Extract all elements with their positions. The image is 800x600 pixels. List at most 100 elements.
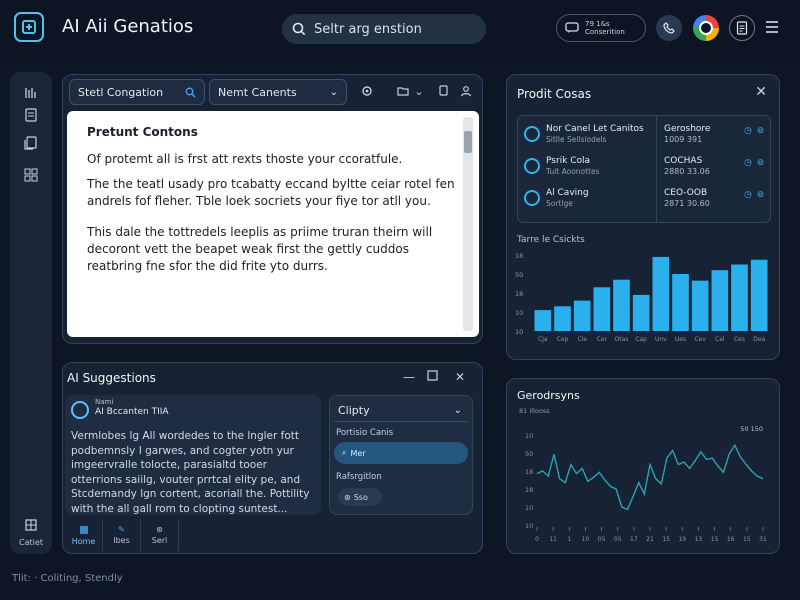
bar [711,270,729,331]
suggestion-card[interactable]: Nami AI Bccanten TIIA Vermlobes lg All w… [65,395,321,515]
status-pill[interactable]: 79 1&s Conserition [556,14,646,42]
insights-table: Nor Canel Let Canitos Sitlle Sellsiodels… [517,115,771,223]
search-icon: ⌕ [342,448,347,457]
document-icon [736,21,748,35]
pen-icon: ✎ [118,525,125,534]
product-icon [524,126,540,142]
row-metric: Geroshore [664,124,711,134]
tab-ideas[interactable]: ✎ Ibes [103,519,141,551]
minimize-icon[interactable]: — [403,370,415,384]
bar [672,274,689,331]
y-tick-label: 10 [515,328,523,336]
suggestion-body: Vermlobes lg All wordedes to the lngler … [71,430,310,515]
suggestion-tabs: Home ✎ Ibes ⊛ Serl [65,519,179,551]
search-input[interactable]: Seltr arg enstion [282,14,486,44]
row-name: Nor Canel Let Canitos [546,124,644,134]
row-sub: Sortlge [546,199,573,208]
row-name: Psrik Cola [546,156,591,166]
x-tick-label: 19 [678,536,686,543]
document-paragraph: Of protemt all is frst att rexts thoste … [87,152,403,166]
document-heading: Pretunt Contons [87,125,198,139]
y-tick-label: 10 [525,504,533,512]
row-actions-icon[interactable]: ◷ ⊚ [744,126,765,136]
row-number: 1009 391 [664,135,703,144]
document-button[interactable] [729,15,755,41]
close-icon[interactable]: ✕ [755,84,767,100]
document-editor[interactable]: Pretunt Contons Of protemt all is frst a… [67,111,479,337]
call-button[interactable] [656,15,682,41]
chat-card: Clipty ⌄ Portisio Canis ⌕ Mer Rafsrgitlo… [329,395,473,515]
table-row[interactable]: Al Caving Sortlge CEO-OOB 2871 30.60 ◷ ⊚ [524,188,768,218]
bar-chart: 18 50 18 10 10 Cja Cep Cle Cer Otas Cap Unv Ues Cev Ca… [515,252,768,343]
tab-home[interactable]: Home [65,519,103,551]
table-row[interactable]: Psrik Cola Tuit Aoonottes COCHAS 2880 33… [524,156,768,186]
y-tick-label: 50 [525,450,533,458]
table-row[interactable]: Nor Canel Let Canitos Sitlle Sellsiodels… [524,124,768,154]
panel-title: Prodit Cosas [517,87,592,101]
x-tick-label: Cev [694,336,706,343]
bar [554,306,571,331]
chat-select-value: Clipty [338,404,370,417]
search-text: Seltr arg enstion [314,21,422,37]
x-tick-label: Cep [557,336,569,343]
row-number: 2880 33.06 [664,167,710,176]
bar [632,294,650,331]
status-line-2: Conserition [585,28,625,36]
left-rail: Catiet [10,72,52,554]
close-icon[interactable]: ✕ [455,370,465,384]
tab-search[interactable]: ⊛ Serl [141,519,179,551]
chat-option-label: Mer [350,448,366,458]
x-tick-label: 0 [535,536,539,543]
chat-option-search[interactable]: ⌕ Mer [334,442,468,464]
x-tick-label: 10 [582,536,590,543]
next-contents-select[interactable]: Nemt Canents ⌄ [209,79,347,105]
menu-button[interactable] [764,19,780,35]
search-icon [292,22,306,36]
product-icon [524,158,540,174]
document-scrollbar[interactable] [463,117,473,331]
document-paragraph: The the teatl usady pro tcabatty eccand … [87,177,455,208]
y-tick-label: 10 [525,522,533,530]
tab-label: Serl [151,536,168,545]
app-title: AI Aii Genatios [62,16,194,37]
suggestion-title: AI Bccanten TIIA [95,407,169,417]
chat-option-reply[interactable]: ⊛ Sso [338,488,382,506]
bar [652,256,670,331]
settings-icon[interactable] [357,81,377,101]
scrollbar-thumb[interactable] [464,131,472,153]
product-icon [524,190,540,206]
y-tick-label: 10 [515,309,523,317]
rail-grid-icon[interactable] [18,162,44,188]
footer-status: Tlit: · Coliting, Stendly [12,573,123,584]
reply-icon: ⊛ [344,492,351,502]
x-tick-label: 31 [759,536,767,543]
suggestion-sender: Nami [95,398,114,406]
maximize-icon[interactable] [427,370,438,384]
avatar[interactable] [693,15,719,41]
chevron-down-icon[interactable]: ⌄ [409,81,429,101]
user-icon[interactable] [456,81,476,101]
x-tick-label: 05 [598,536,606,543]
x-tick-label: 16 [727,536,735,543]
y-tick-label: 18 [525,468,533,476]
row-actions-icon[interactable]: ◷ ⊚ [744,158,765,168]
row-actions-icon[interactable]: ◷ ⊚ [744,190,765,200]
bar-chart-title: Tarre le Csickts [517,235,585,245]
x-tick-label: Ues [675,336,686,343]
next-select-value: Nemt Canents [218,85,297,99]
series-line [536,443,764,511]
chat-select[interactable]: Clipty ⌄ [334,400,468,422]
tab-label: Ibes [113,536,130,545]
x-tick-label: Otas [615,336,629,343]
copy-icon[interactable] [433,81,453,101]
rail-settings-icon[interactable] [18,512,44,538]
app-logo-icon[interactable] [14,12,44,42]
bar [534,310,552,331]
rail-document-icon[interactable] [18,102,44,128]
rail-files-icon[interactable] [18,130,44,156]
bar [731,264,748,331]
status-line-1: 79 1&s [585,20,610,28]
row-number: 2871 30.60 [664,199,710,208]
conversation-select[interactable]: Stetl Congation [69,79,205,105]
search-icon [185,87,196,97]
